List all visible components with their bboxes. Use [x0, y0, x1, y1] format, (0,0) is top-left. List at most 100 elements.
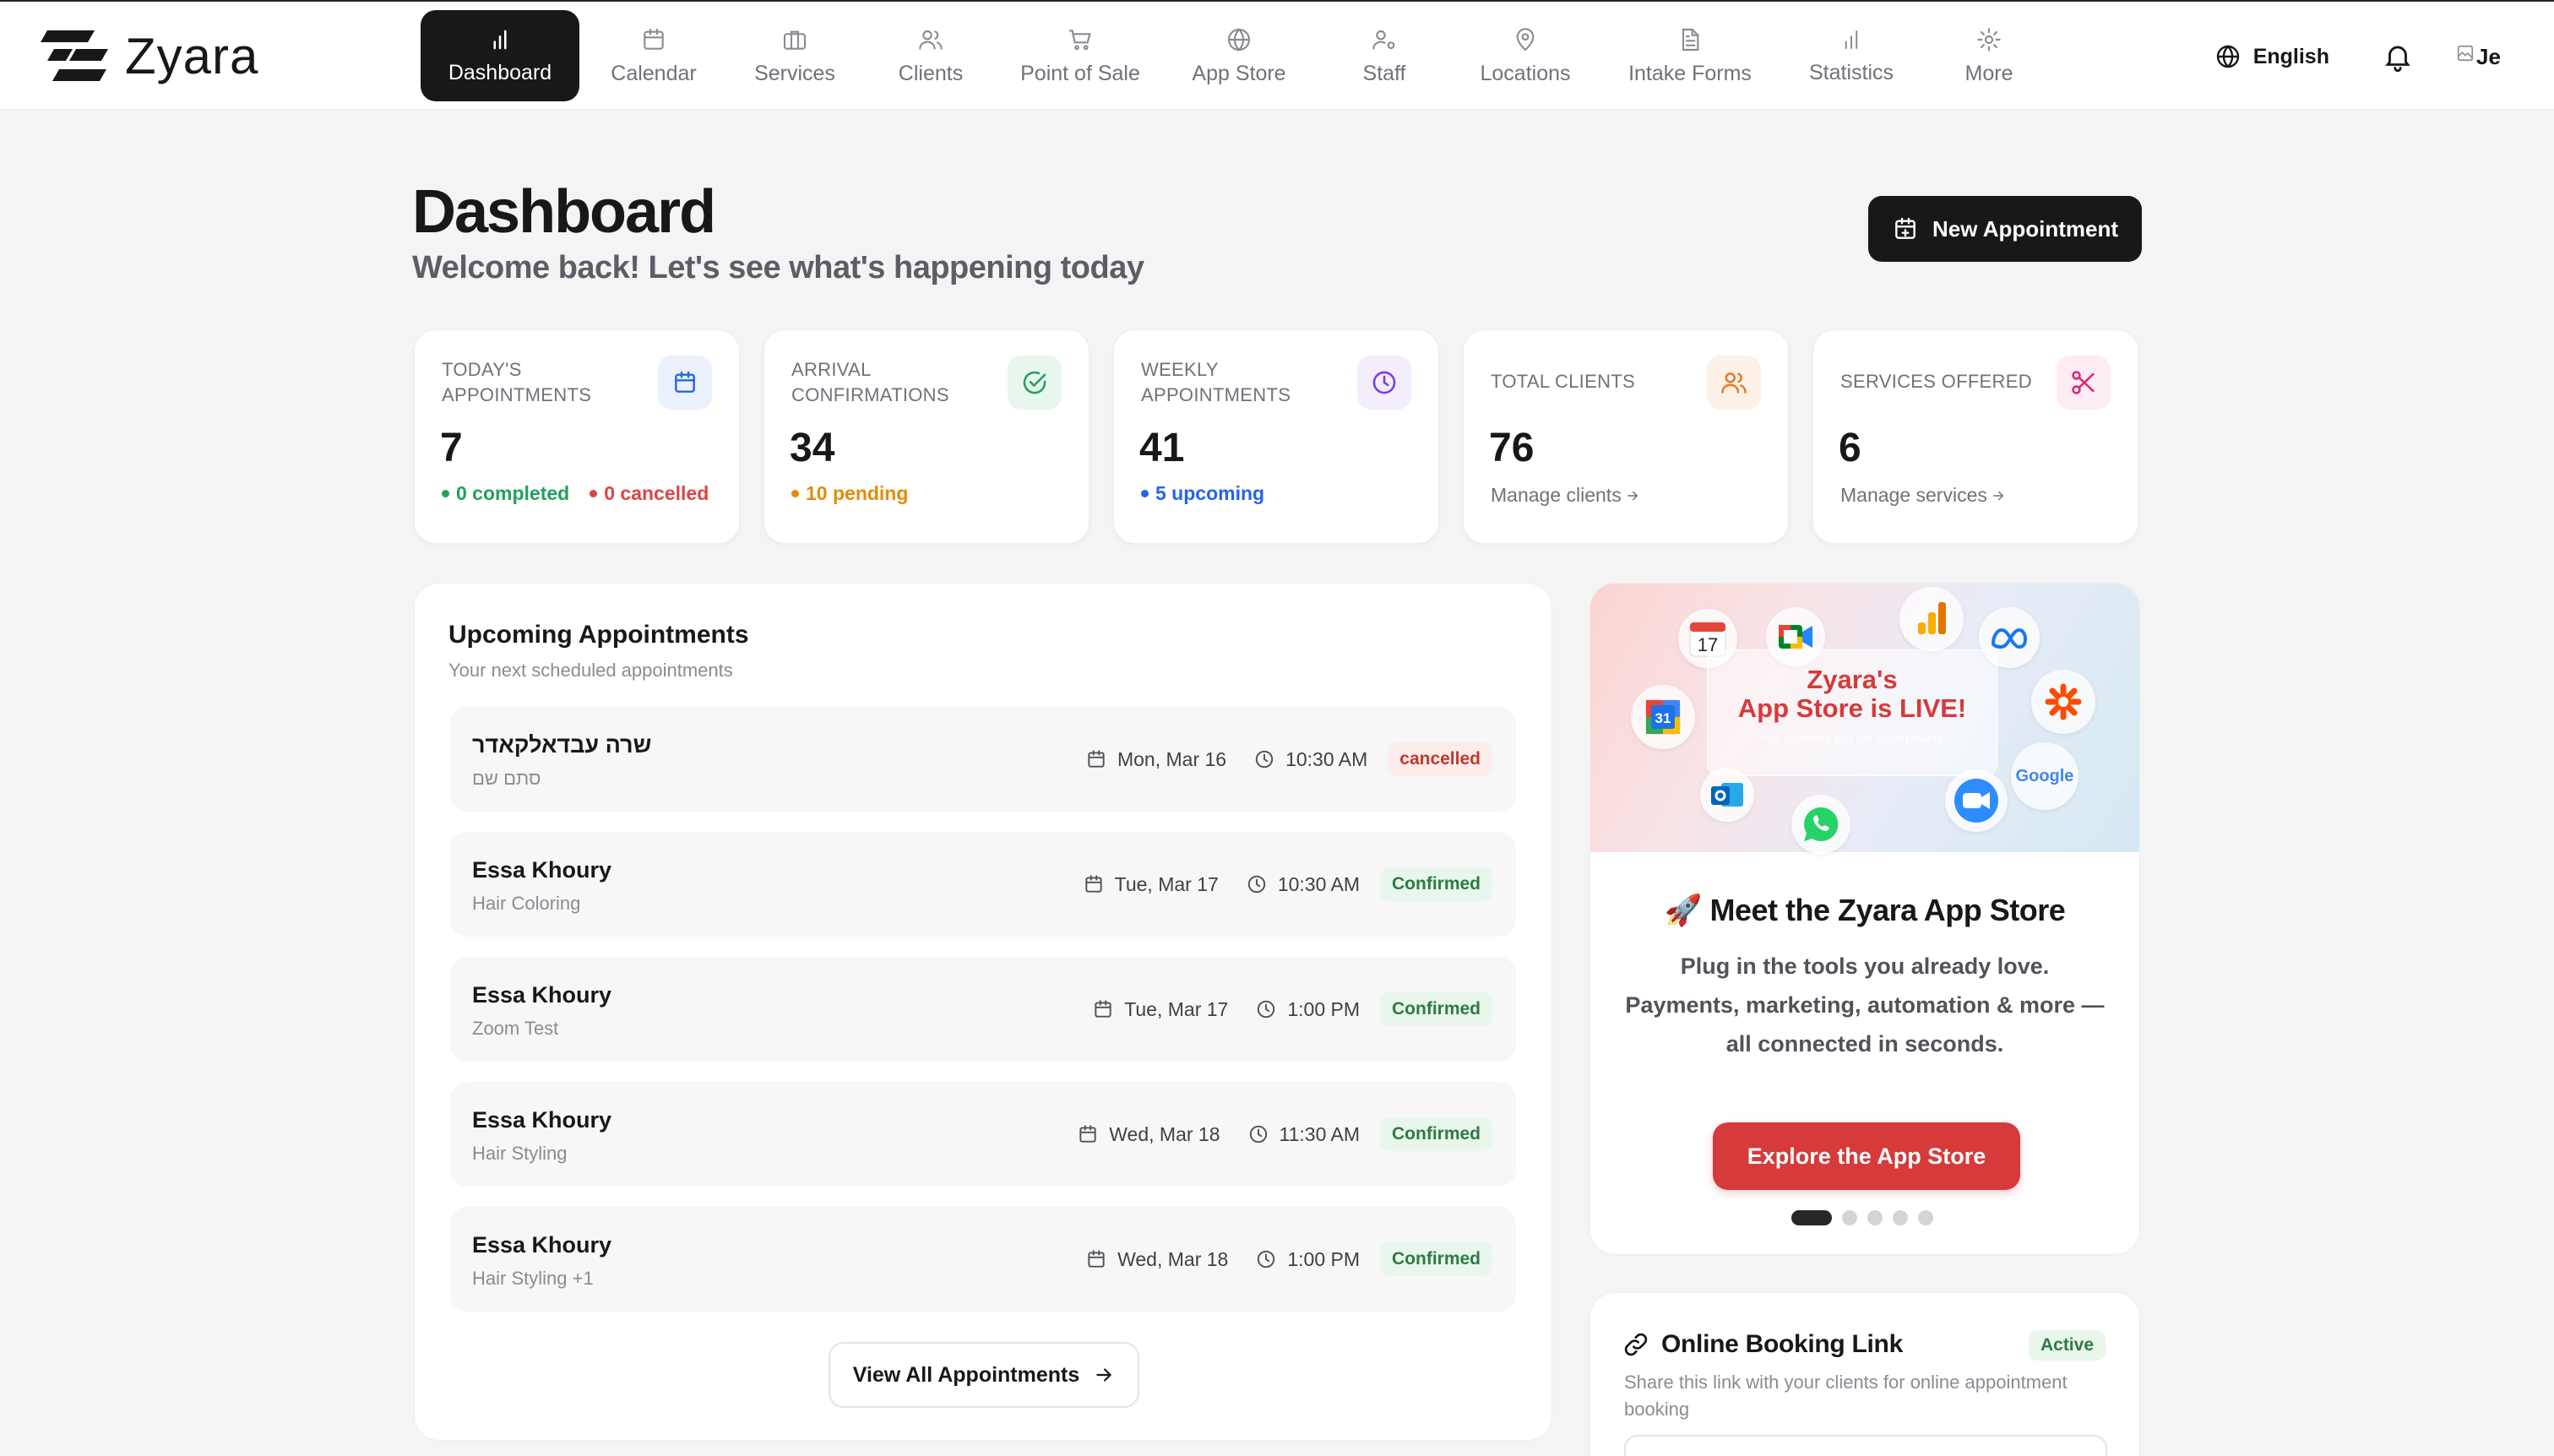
stat-value: 7 — [440, 426, 463, 470]
user-cog-icon — [1372, 30, 1395, 50]
carousel-dot[interactable] — [1918, 1210, 1933, 1225]
appointment-row[interactable]: Essa Khoury Hair Styling +1 Wed, Mar 18 … — [450, 1207, 1516, 1312]
appointment-row[interactable]: שרה עבדאלקאדר סתם שם Mon, Mar 16 10:30 A… — [450, 707, 1516, 812]
clock-icon — [1372, 371, 1396, 394]
nav-locations[interactable]: Locations — [1451, 10, 1600, 101]
nav-app-store[interactable]: App Store — [1160, 10, 1318, 101]
section-title: Upcoming Appointments — [448, 621, 749, 649]
status-badge: Confirmed — [1380, 1242, 1492, 1276]
client-name: Essa Khoury — [472, 1107, 612, 1133]
arrow-right-icon — [1992, 491, 2004, 500]
pending-count: 10 pending — [806, 482, 909, 504]
calendar-icon — [675, 371, 695, 393]
nav-dashboard[interactable]: Dashboard — [421, 10, 579, 101]
booking-link-field[interactable] — [1624, 1435, 2107, 1456]
carousel-dot[interactable] — [1842, 1210, 1857, 1225]
check-circle-icon — [1023, 371, 1046, 394]
view-all-appointments-button[interactable]: View All Appointments — [829, 1342, 1139, 1408]
nav-clients[interactable]: Clients — [861, 10, 1000, 101]
avatar[interactable]: Je — [2456, 44, 2515, 70]
client-name: Essa Khoury — [472, 982, 612, 1008]
upcoming-count: 5 upcoming — [1155, 482, 1265, 504]
explore-app-store-button[interactable]: Explore the App Store — [1713, 1122, 2020, 1190]
nav-label: Dashboard — [448, 60, 552, 84]
appointment-time: 1:00 PM — [1287, 1247, 1360, 1270]
appointment-time: 11:30 AM — [1279, 1122, 1360, 1145]
new-appointment-button[interactable]: New Appointment — [1868, 196, 2142, 262]
stat-icon — [2057, 356, 2111, 410]
calendar-icon — [1088, 750, 1105, 768]
booking-title: Online Booking Link — [1661, 1330, 1903, 1358]
carousel-dot[interactable] — [1893, 1210, 1908, 1225]
status-dot — [590, 490, 598, 497]
nav-right: English Je — [2214, 27, 2515, 86]
nav-label: Clients — [898, 61, 964, 85]
manage-services-link[interactable]: Manage services — [1840, 484, 2006, 507]
nav-services[interactable]: Services — [728, 10, 861, 101]
appointment-row[interactable]: Essa Khoury Zoom Test Tue, Mar 17 1:00 P… — [450, 957, 1516, 1062]
completed-count: 0 completed — [456, 482, 570, 504]
client-name: Essa Khoury — [472, 1232, 612, 1258]
appointment-date: Tue, Mar 17 — [1124, 997, 1229, 1020]
appointment-time: 10:30 AM — [1277, 872, 1360, 895]
promo-title: 🚀 Meet the Zyara App Store — [1664, 893, 2066, 927]
nav-point-of-sale[interactable]: Point of Sale — [1000, 10, 1160, 101]
notifications-button[interactable] — [2382, 41, 2414, 73]
status-dot — [791, 490, 799, 497]
nav-label: Calendar — [611, 61, 697, 85]
link-label: Manage clients — [1491, 484, 1622, 506]
calendar-icon — [1088, 1250, 1105, 1268]
logo[interactable]: Zyara — [39, 27, 258, 86]
stat-value: 41 — [1139, 426, 1185, 470]
nav-label: App Store — [1192, 61, 1286, 85]
clock-icon — [1258, 1000, 1275, 1019]
stat-label: Arrival Confirmations — [791, 359, 949, 405]
stat-label: Total Clients — [1491, 371, 1635, 392]
stat-icon — [1707, 356, 1761, 410]
language-selector[interactable]: English — [2214, 43, 2329, 70]
nav-statistics[interactable]: Statistics — [1780, 10, 1922, 101]
service-name: Hair Styling — [472, 1143, 568, 1164]
status-badge: Confirmed — [1380, 1117, 1492, 1151]
bar-chart-icon — [493, 30, 507, 49]
upcoming-appointments-card: Upcoming Appointments Your next schedule… — [414, 583, 1552, 1441]
nav-staff[interactable]: Staff — [1318, 10, 1451, 101]
cancelled-count: 0 cancelled — [604, 482, 709, 504]
users-icon — [919, 30, 943, 50]
appointment-row[interactable]: Essa Khoury Hair Styling Wed, Mar 18 11:… — [450, 1082, 1516, 1187]
google-business-icon: Google — [2011, 742, 2079, 810]
promo-banner[interactable]: 17 31 Google Zyara's App Store is LIVE! … — [1590, 584, 2139, 854]
stat-value: 76 — [1489, 426, 1535, 470]
manage-clients-link[interactable]: Manage clients — [1491, 484, 1640, 507]
file-text-icon — [1682, 28, 1699, 51]
carousel-dot[interactable] — [1791, 1210, 1832, 1225]
stat-value: 6 — [1839, 426, 1861, 470]
bar-chart-icon — [1845, 30, 1858, 49]
calendar-icon — [644, 28, 664, 50]
link-label: Manage services — [1840, 484, 1987, 506]
clock-icon — [1255, 750, 1274, 769]
zoom-icon — [1945, 769, 2008, 832]
status-dot — [1141, 490, 1149, 497]
client-name: Essa Khoury — [472, 857, 612, 883]
status-badge: Active — [2028, 1330, 2106, 1361]
nav-intake-forms[interactable]: Intake Forms — [1600, 10, 1780, 101]
stat-label: Services Offered — [1840, 371, 2032, 392]
zyara-logo-icon — [41, 30, 108, 81]
nav-more[interactable]: More — [1922, 10, 2056, 101]
nav-calendar[interactable]: Calendar — [579, 10, 728, 101]
stat-footer: 10 pending — [791, 482, 908, 505]
appointment-date: Tue, Mar 17 — [1114, 872, 1219, 895]
stat-footer: 5 upcoming — [1141, 482, 1264, 505]
status-badge: Confirmed — [1380, 992, 1492, 1026]
booking-description: Share this link with your clients for on… — [1624, 1372, 2068, 1420]
carousel-dot[interactable] — [1867, 1210, 1883, 1225]
appointment-row[interactable]: Essa Khoury Hair Coloring Tue, Mar 17 10… — [450, 832, 1516, 937]
stat-icon — [1008, 356, 1062, 410]
status-dot — [442, 490, 449, 497]
clock-icon — [1249, 1125, 1267, 1144]
service-name: סתם שם — [472, 768, 541, 789]
service-name: Zoom Test — [472, 1018, 559, 1039]
client-name: שרה עבדאלקאדר — [472, 732, 652, 758]
appointment-time: 10:30 AM — [1285, 747, 1368, 770]
